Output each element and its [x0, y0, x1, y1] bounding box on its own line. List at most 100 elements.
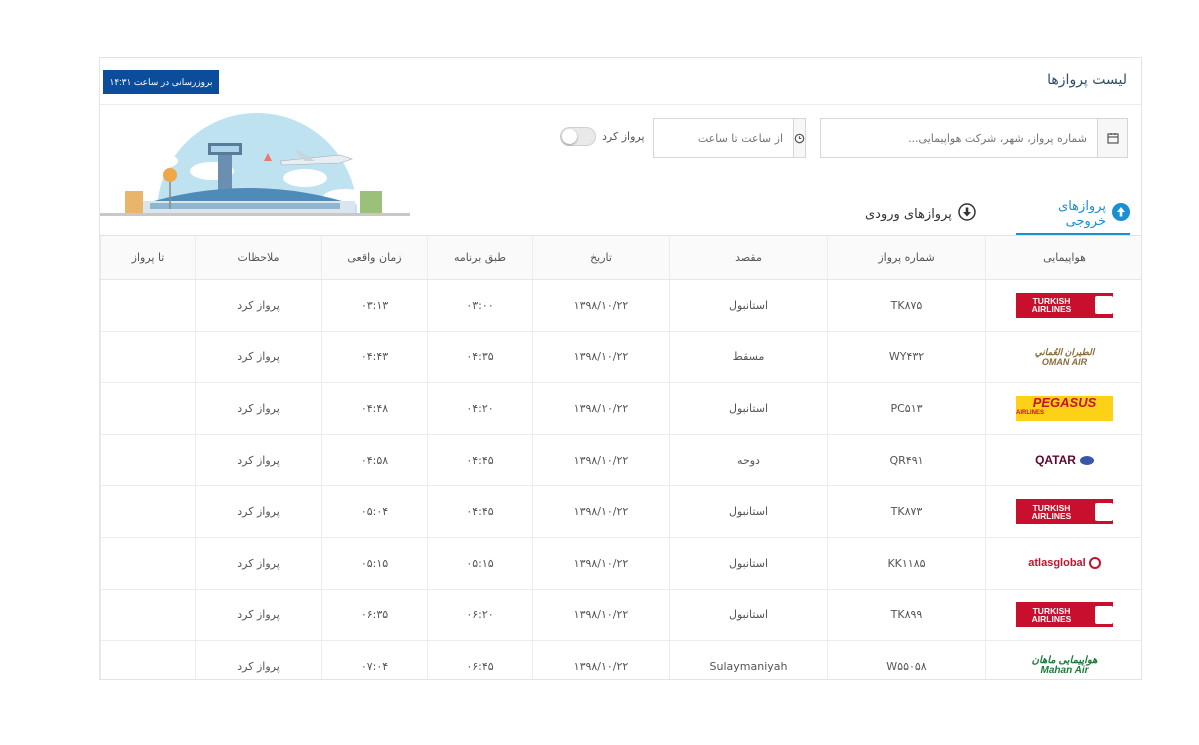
departed-toggle-label: پرواز کرد	[602, 130, 645, 143]
destination-cell: استانبول	[669, 383, 827, 434]
until-flight-cell	[100, 537, 195, 589]
title-divider	[100, 104, 1141, 105]
tab-arrivals[interactable]: پروازهای ورودی	[865, 192, 976, 236]
until-flight-cell	[100, 641, 195, 679]
date-cell: ۱۳۹۸/۱۰/۲۲	[532, 537, 669, 589]
update-button[interactable]: بروزرسانی در ساعت ۱۴:۳۱	[103, 70, 219, 94]
until-flight-cell	[100, 486, 195, 537]
date-cell: ۱۳۹۸/۱۰/۲۲	[532, 589, 669, 641]
col-flight-number: شماره پرواز	[827, 236, 985, 279]
scheduled-time-cell: ۰۴:۴۵	[427, 486, 532, 537]
table-row[interactable]: TURKISH AIRLINES TK۸۹۹ استانبول ۱۳۹۸/۱۰/۲۲ ۰۶…	[100, 589, 1141, 642]
mahan-air-logo: هواپیمایی ماهان Mahan Air	[1031, 655, 1098, 677]
date-cell: ۱۳۹۸/۱۰/۲۲	[532, 280, 669, 331]
scheduled-time-cell: ۰۴:۲۰	[427, 383, 532, 434]
date-cell: ۱۳۹۸/۱۰/۲۲	[532, 383, 669, 434]
date-cell: ۱۳۹۸/۱۰/۲۲	[532, 331, 669, 383]
destination-cell: استانبول	[669, 486, 827, 537]
destination-cell: استانبول	[669, 280, 827, 331]
flight-number-cell: TK۸۷۵	[827, 280, 985, 331]
actual-time-cell: ۰۷:۰۴	[321, 641, 427, 679]
time-range-input[interactable]	[628, 119, 793, 157]
airline-cell: PEGASUS AIRLINES	[985, 383, 1141, 434]
date-cell: ۱۳۹۸/۱۰/۲۲	[532, 486, 669, 537]
until-flight-cell	[100, 280, 195, 331]
airline-cell: الطيران العُماني OMAN AIR	[985, 331, 1141, 383]
destination-cell: استانبول	[669, 537, 827, 589]
date-cell: ۱۳۹۸/۱۰/۲۲	[532, 434, 669, 486]
destination-cell: Sulaymaniyah	[669, 641, 827, 679]
scheduled-time-cell: ۰۳:۰۰	[427, 280, 532, 331]
flight-number-cell: TK۸۷۳	[827, 486, 985, 537]
turkish-airlines-logo: TURKISH AIRLINES	[1016, 499, 1113, 525]
airline-cell: هواپیمایی ماهان Mahan Air	[985, 641, 1141, 679]
until-flight-cell	[100, 434, 195, 486]
atlasglobal-logo: atlasglobal	[1016, 551, 1113, 576]
scheduled-time-cell: ۰۴:۴۵	[427, 434, 532, 486]
actual-time-cell: ۰۶:۳۵	[321, 589, 427, 641]
qatar-airways-logo: QATAR	[1016, 448, 1113, 473]
col-destination: مقصد	[669, 236, 827, 279]
scheduled-time-cell: ۰۴:۳۵	[427, 331, 532, 383]
airline-cell: TURKISH AIRLINES	[985, 486, 1141, 537]
actual-time-cell: ۰۴:۵۸	[321, 434, 427, 486]
search-input[interactable]	[821, 119, 1097, 157]
actual-time-cell: ۰۴:۴۳	[321, 331, 427, 383]
actual-time-cell: ۰۳:۱۳	[321, 280, 427, 331]
table-row[interactable]: PEGASUS AIRLINES PC۵۱۳ استانبول ۱۳۹۸/۱۰/۲۲ ۰۴…	[100, 383, 1141, 435]
table-row[interactable]: QATAR QR۴۹۱ دوحه ۱۳۹۸/۱۰/۲۲ ۰۴:۴۵ ۰۴:۵۸ پرواز …	[100, 434, 1141, 487]
toggle-knob	[562, 129, 577, 144]
remarks-cell: پرواز کرد	[195, 641, 321, 679]
remarks-cell: پرواز کرد	[195, 383, 321, 434]
time-range-field[interactable]	[628, 118, 806, 158]
flight-number-cell: TK۸۹۹	[827, 589, 985, 641]
actual-time-cell: ۰۵:۱۵	[321, 537, 427, 589]
page-title: لیست پروازها	[1047, 72, 1127, 88]
until-flight-cell	[100, 331, 195, 383]
arrow-up-circle-icon	[1112, 203, 1130, 225]
tab-departures[interactable]: پروازهای خروجی	[1018, 192, 1130, 236]
airport-illustration	[100, 113, 410, 221]
flight-number-cell: PC۵۱۳	[827, 383, 985, 434]
until-flight-cell	[100, 589, 195, 641]
remarks-cell: پرواز کرد	[195, 331, 321, 383]
table-body: TURKISH AIRLINES TK۸۷۵ استانبول ۱۳۹۸/۱۰/۲۲ ۰۳…	[100, 280, 1141, 679]
table-row[interactable]: TURKISH AIRLINES TK۸۷۵ استانبول ۱۳۹۸/۱۰/۲۲ ۰۳…	[100, 280, 1141, 332]
date-cell: ۱۳۹۸/۱۰/۲۲	[532, 641, 669, 679]
tab-arrivals-label: پروازهای ورودی	[865, 206, 952, 222]
departed-toggle[interactable]	[560, 127, 596, 146]
table-row[interactable]: هواپیمایی ماهان Mahan Air W۵۵۰۵۸ Sulaymaniy…	[100, 641, 1141, 679]
col-scheduled: طبق برنامه	[427, 236, 532, 279]
flight-number-cell: QR۴۹۱	[827, 434, 985, 486]
oman-air-logo: الطيران العُماني OMAN AIR	[1034, 346, 1095, 367]
clock-icon[interactable]	[793, 119, 805, 157]
calendar-icon[interactable]	[1097, 119, 1127, 157]
airline-cell: QATAR	[985, 434, 1141, 486]
table-row[interactable]: الطيران العُماني OMAN AIR WY۴۳۲ مسقط ۱۳۹۸/۱۰…	[100, 331, 1141, 384]
col-date: تاریخ	[532, 236, 669, 279]
arrow-down-circle-icon	[958, 203, 976, 225]
search-field[interactable]	[820, 118, 1128, 158]
table-header-row: هواپیمایی شماره پرواز مقصد تاریخ طبق برن…	[100, 236, 1141, 280]
destination-cell: استانبول	[669, 589, 827, 641]
pegasus-logo: PEGASUS AIRLINES	[1016, 395, 1113, 421]
table-row[interactable]: atlasglobal KK۱۱۸۵ استانبول ۱۳۹۸/۱۰/۲۲ ۰۵:۱۵…	[100, 537, 1141, 590]
actual-time-cell: ۰۴:۴۸	[321, 383, 427, 434]
col-remarks: ملاحظات	[195, 236, 321, 279]
scheduled-time-cell: ۰۶:۲۰	[427, 589, 532, 641]
destination-cell: مسقط	[669, 331, 827, 383]
tab-departures-label: پروازهای خروجی	[1058, 199, 1106, 229]
scheduled-time-cell: ۰۶:۴۵	[427, 641, 532, 679]
remarks-cell: پرواز کرد	[195, 434, 321, 486]
destination-cell: دوحه	[669, 434, 827, 486]
col-actual: زمان واقعی	[321, 236, 427, 279]
airline-cell: TURKISH AIRLINES	[985, 280, 1141, 331]
scheduled-time-cell: ۰۵:۱۵	[427, 537, 532, 589]
departed-filter: پرواز کرد	[560, 127, 645, 146]
flight-number-cell: KK۱۱۸۵	[827, 537, 985, 589]
col-until-flight: تا پرواز	[100, 236, 195, 279]
remarks-cell: پرواز کرد	[195, 280, 321, 331]
flights-panel: لیست پروازها بروزرسانی در ساعت ۱۴:۳۱ پرو…	[99, 57, 1142, 680]
until-flight-cell	[100, 383, 195, 434]
table-row[interactable]: TURKISH AIRLINES TK۸۷۳ استانبول ۱۳۹۸/۱۰/۲۲ ۰۴…	[100, 486, 1141, 538]
